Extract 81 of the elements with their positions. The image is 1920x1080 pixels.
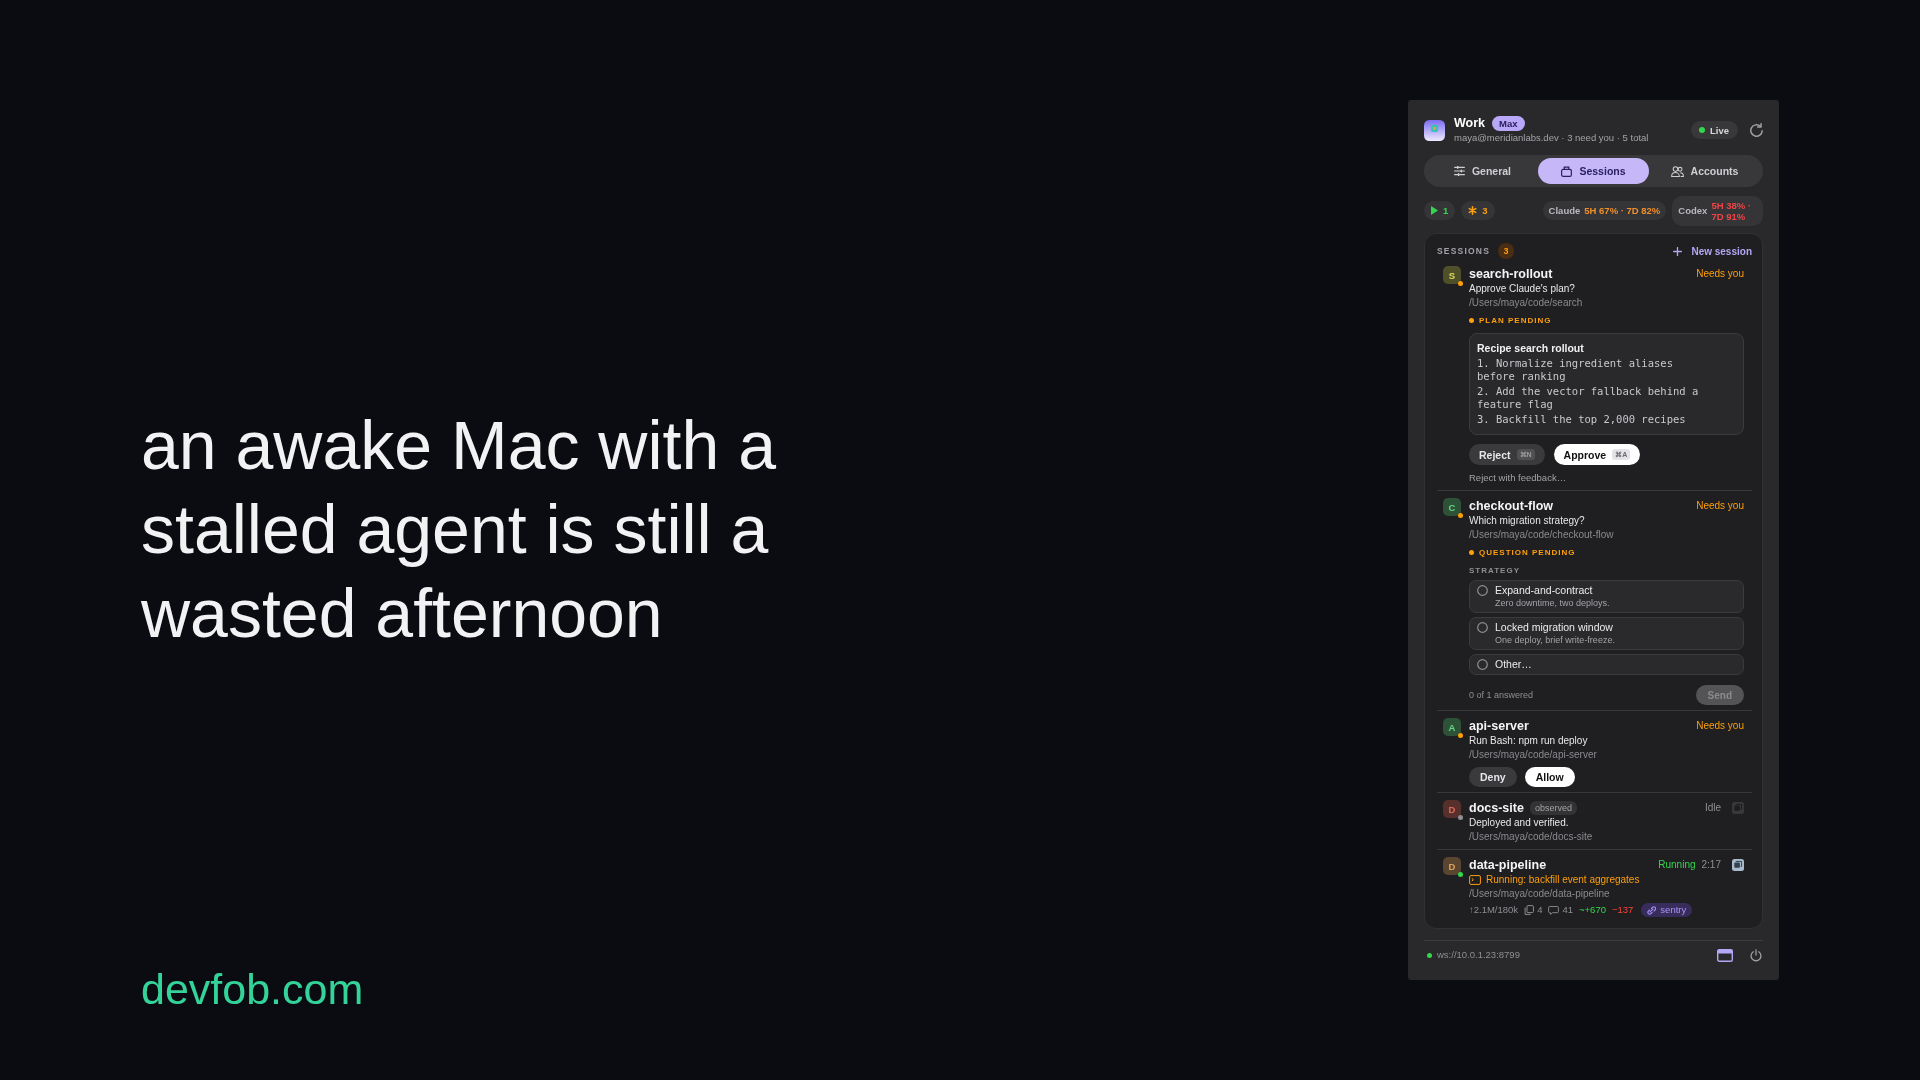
pending-label: QUESTION PENDING [1479, 547, 1576, 557]
strategy-option[interactable]: Expand-and-contract Zero downtime, two deploys. [1469, 580, 1744, 613]
usage-chip: Claude 5H 67% · 7D 82% [1542, 201, 1667, 220]
question-label: STRATEGY [1469, 565, 1521, 577]
live-label: Live [1710, 124, 1729, 136]
refresh-icon[interactable] [1750, 123, 1763, 137]
approve-button[interactable]: Allow [1524, 767, 1575, 787]
plan-step: 3. Backfill the top 2,000 recipes [1477, 413, 1711, 426]
counter-value: 1 [1443, 205, 1449, 216]
new-session-button[interactable]: New session [1673, 245, 1752, 257]
account-summary: maya@meridianlabs.dev · 3 need you · 5 total [1454, 132, 1650, 144]
session-name: search-rollout [1469, 266, 1553, 282]
tab[interactable]: Accounts [1649, 158, 1760, 184]
file-count: 4 [1537, 903, 1543, 917]
documents-icon [1524, 905, 1535, 915]
session-status: Needs you [1696, 499, 1744, 513]
play-icon [1431, 206, 1438, 215]
session-status: Idle [1704, 801, 1721, 815]
session-path: /Users/maya/code/data-pipeline [1469, 887, 1611, 901]
session-prompt: Approve Claude's plan? [1469, 282, 1576, 296]
card-icon[interactable] [1717, 948, 1733, 962]
count-badge: 3 [1498, 243, 1515, 259]
app-icon [1424, 119, 1445, 141]
session-avatar: D [1443, 800, 1461, 818]
feedback-link[interactable]: Reject with feedback… [1469, 471, 1567, 484]
answer-progress: 0 of 1 answered [1469, 689, 1534, 701]
plan-title: Recipe search rollout [1477, 341, 1585, 355]
integration-link[interactable]: sentry [1641, 903, 1693, 917]
session-prompt: Run Bash: npm run deploy [1469, 734, 1589, 748]
session-avatar: S [1443, 266, 1461, 284]
headline: an awake Mac with a stalled agent is still a wasted afternoon [141, 406, 777, 653]
pending-dot-icon [1469, 549, 1474, 555]
message-icon [1548, 905, 1560, 915]
session-name: api-server [1469, 718, 1529, 734]
strategy-option[interactable]: Locked migration window One deploy, brief write-freeze. [1469, 617, 1744, 650]
pending-label: PLAN PENDING [1479, 315, 1552, 325]
session-prompt: Which migration strategy? [1469, 514, 1586, 528]
message-count: 41 [1562, 903, 1573, 917]
pending-dot-icon [1469, 317, 1474, 323]
terminal-icon [1469, 875, 1481, 885]
session-prompt: Deployed and verified. [1469, 816, 1570, 830]
session-path: /Users/maya/code/docs-site [1469, 830, 1594, 844]
token-count: ↑2.1M/180k [1469, 903, 1519, 917]
plan-step: 2. Add the vector fallback behind a feature flag [1477, 385, 1711, 411]
activity-text: Running: backfill event aggregates [1486, 873, 1640, 887]
server-address: ws://10.0.1.23:8799 [1437, 948, 1520, 962]
session-name: checkout-flow [1469, 498, 1554, 514]
workspace-title: Work [1454, 116, 1486, 131]
session-path: /Users/maya/code/checkout-flow [1469, 528, 1615, 542]
plan-step: 1. Normalize ingredient aliases before ranking [1477, 357, 1711, 383]
session-tag: observed [1529, 801, 1577, 815]
asterisk-icon [1468, 206, 1478, 215]
session-avatar: C [1443, 498, 1461, 516]
tab[interactable]: General [1427, 158, 1538, 184]
strategy-option[interactable]: Other… [1469, 654, 1744, 675]
session-status: Needs you [1696, 719, 1744, 733]
window-icon[interactable] [1732, 859, 1744, 871]
session-path: /Users/maya/code/search [1469, 296, 1584, 310]
elapsed-time: 2:17 [1701, 858, 1721, 872]
session-status: Running [1658, 858, 1696, 872]
site-link[interactable]: devfob.com [141, 964, 364, 1014]
reject-button[interactable]: Deny [1469, 767, 1517, 787]
section-title: SESSIONS [1437, 246, 1491, 256]
session-path: /Users/maya/code/api-server [1469, 748, 1598, 762]
lines-added: ~+670 [1579, 903, 1606, 917]
link-icon [1647, 905, 1657, 915]
status-dot-icon [1699, 127, 1705, 133]
session-status: Needs you [1696, 267, 1744, 281]
session-avatar: D [1443, 857, 1461, 875]
sliders-icon [1453, 166, 1465, 176]
session-name: data-pipeline [1469, 857, 1547, 873]
tab[interactable]: Sessions [1538, 158, 1649, 184]
counter-value: 3 [1482, 205, 1488, 216]
plus-icon [1673, 246, 1683, 256]
briefcase-icon [1561, 165, 1573, 177]
plan-badge: Max [1492, 116, 1525, 131]
session-name: docs-site [1469, 800, 1524, 816]
session-avatar: A [1443, 718, 1461, 736]
lines-removed: −137 [1611, 903, 1634, 917]
people-icon [1670, 165, 1684, 177]
power-icon[interactable] [1750, 948, 1762, 962]
